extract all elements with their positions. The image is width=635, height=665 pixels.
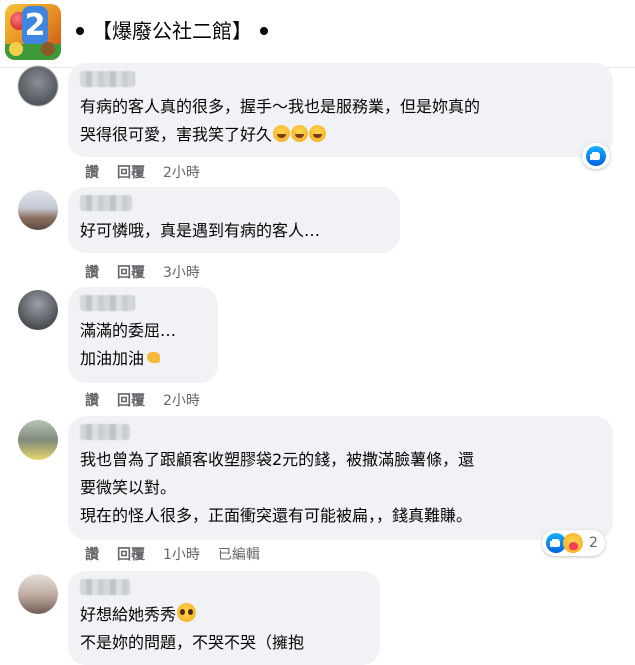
comment-text: 好可憐哦，真是遇到有病的客人… — [80, 217, 388, 245]
reply-button[interactable]: 回覆 — [117, 165, 145, 181]
logo-figure-icon — [9, 42, 23, 56]
comment-line: 有病的客人真的很多，握手～我也是服務業，但是妳真的 — [80, 97, 481, 116]
page-title[interactable]: 【爆廢公社二館】 — [76, 15, 268, 44]
logo-number-icon: 2 — [22, 6, 48, 46]
timestamp[interactable]: 2小時 — [163, 165, 200, 181]
reaction-count: 2 — [589, 535, 598, 551]
bullet-dot-icon — [76, 27, 84, 35]
like-reaction-icon — [586, 146, 606, 166]
reply-button[interactable]: 回覆 — [117, 265, 145, 281]
bullet-dot-icon — [260, 27, 268, 35]
group-logo[interactable]: 2 — [5, 4, 61, 60]
comment-line: 哭得很可愛，害我笑了好久 — [80, 121, 601, 149]
author-name-blurred[interactable] — [80, 71, 135, 87]
comment-line: 我也曾為了跟顧客收塑膠袋2元的錢，被撒滿臉薯條，還 — [80, 450, 475, 469]
comment-bubble: 好想給她秀秀 不是妳的問題，不哭不哭（擁抱 — [68, 571, 380, 665]
comment-actions: 讚 回覆 3小時 — [85, 262, 218, 282]
author-name-blurred[interactable] — [80, 195, 132, 211]
comment-text: 好想給她秀秀 不是妳的問題，不哭不哭（擁抱 — [80, 601, 368, 657]
laughing-emoji-icon — [309, 125, 327, 142]
avatar[interactable] — [18, 66, 58, 106]
comment-text: 有病的客人真的很多，握手～我也是服務業，但是妳真的 哭得很可愛，害我笑了好久 — [80, 93, 601, 149]
comment-actions: 讚 回覆 1小時 已編輯 — [85, 544, 278, 564]
comment-line: 滿滿的委屈… — [80, 321, 177, 340]
logo-figure-icon — [41, 42, 55, 56]
comment-line-text: 加油加油 — [80, 349, 145, 368]
like-button[interactable]: 讚 — [85, 265, 99, 281]
comment-bubble: 好可憐哦，真是遇到有病的客人… — [68, 187, 400, 253]
comment-line-text: 哭得很可愛，害我笑了好久 — [80, 125, 273, 144]
edited-indicator[interactable]: 已編輯 — [218, 547, 260, 563]
group-header: 2 【爆廢公社二館】 — [0, 0, 635, 68]
comment-bubble: 有病的客人真的很多，握手～我也是服務業，但是妳真的 哭得很可愛，害我笑了好久 — [68, 63, 613, 157]
author-name-blurred[interactable] — [80, 424, 130, 440]
comment-line: 好可憐哦，真是遇到有病的客人… — [80, 221, 321, 240]
comment-line: 要微笑以對。 — [80, 478, 177, 497]
comment-text: 我也曾為了跟顧客收塑膠袋2元的錢，被撒滿臉薯條，還 要微笑以對。 現在的怪人很多… — [80, 446, 601, 530]
comment-bubble: 滿滿的委屈… 加油加油 — [68, 287, 218, 383]
comment-line: 現在的怪人很多，正面衝突還有可能被扁，，錢真難賺。 — [80, 506, 473, 525]
author-name-blurred[interactable] — [80, 295, 135, 311]
laughing-emoji-icon — [291, 125, 309, 142]
reaction-summary[interactable]: 2 — [542, 530, 605, 556]
comment-actions: 讚 回覆 2小時 — [85, 162, 218, 182]
comment-text: 滿滿的委屈… 加油加油 — [80, 317, 206, 373]
reply-button[interactable]: 回覆 — [117, 393, 145, 409]
comment-line: 不是妳的問題，不哭不哭（擁抱 — [80, 633, 305, 652]
reply-button[interactable]: 回覆 — [117, 547, 145, 563]
avatar[interactable] — [18, 290, 58, 330]
care-reaction-icon — [563, 533, 583, 553]
avatar[interactable] — [18, 574, 58, 614]
timestamp[interactable]: 1小時 — [163, 547, 200, 563]
comment-actions: 讚 回覆 2小時 — [85, 390, 218, 410]
comment-bubble: 我也曾為了跟顧客收塑膠袋2元的錢，被撒滿臉薯條，還 要微笑以對。 現在的怪人很多… — [68, 416, 613, 540]
avatar[interactable] — [18, 190, 58, 230]
timestamp[interactable]: 3小時 — [163, 265, 200, 281]
timestamp[interactable]: 2小時 — [163, 393, 200, 409]
like-button[interactable]: 讚 — [85, 165, 99, 181]
laughing-emoji-icon — [273, 125, 291, 142]
comment-line: 加油加油 — [80, 345, 206, 373]
comment-line: 好想給她秀秀 — [80, 601, 368, 629]
comment-line-text: 好想給她秀秀 — [80, 605, 177, 624]
author-name-blurred[interactable] — [80, 579, 130, 595]
reaction-summary[interactable] — [582, 143, 610, 169]
flexed-biceps-emoji-icon — [145, 349, 162, 366]
pleading-face-emoji-icon — [177, 603, 197, 622]
avatar[interactable] — [18, 420, 58, 460]
like-button[interactable]: 讚 — [85, 393, 99, 409]
like-button[interactable]: 讚 — [85, 547, 99, 563]
group-name: 【爆廢公社二館】 — [92, 19, 252, 43]
